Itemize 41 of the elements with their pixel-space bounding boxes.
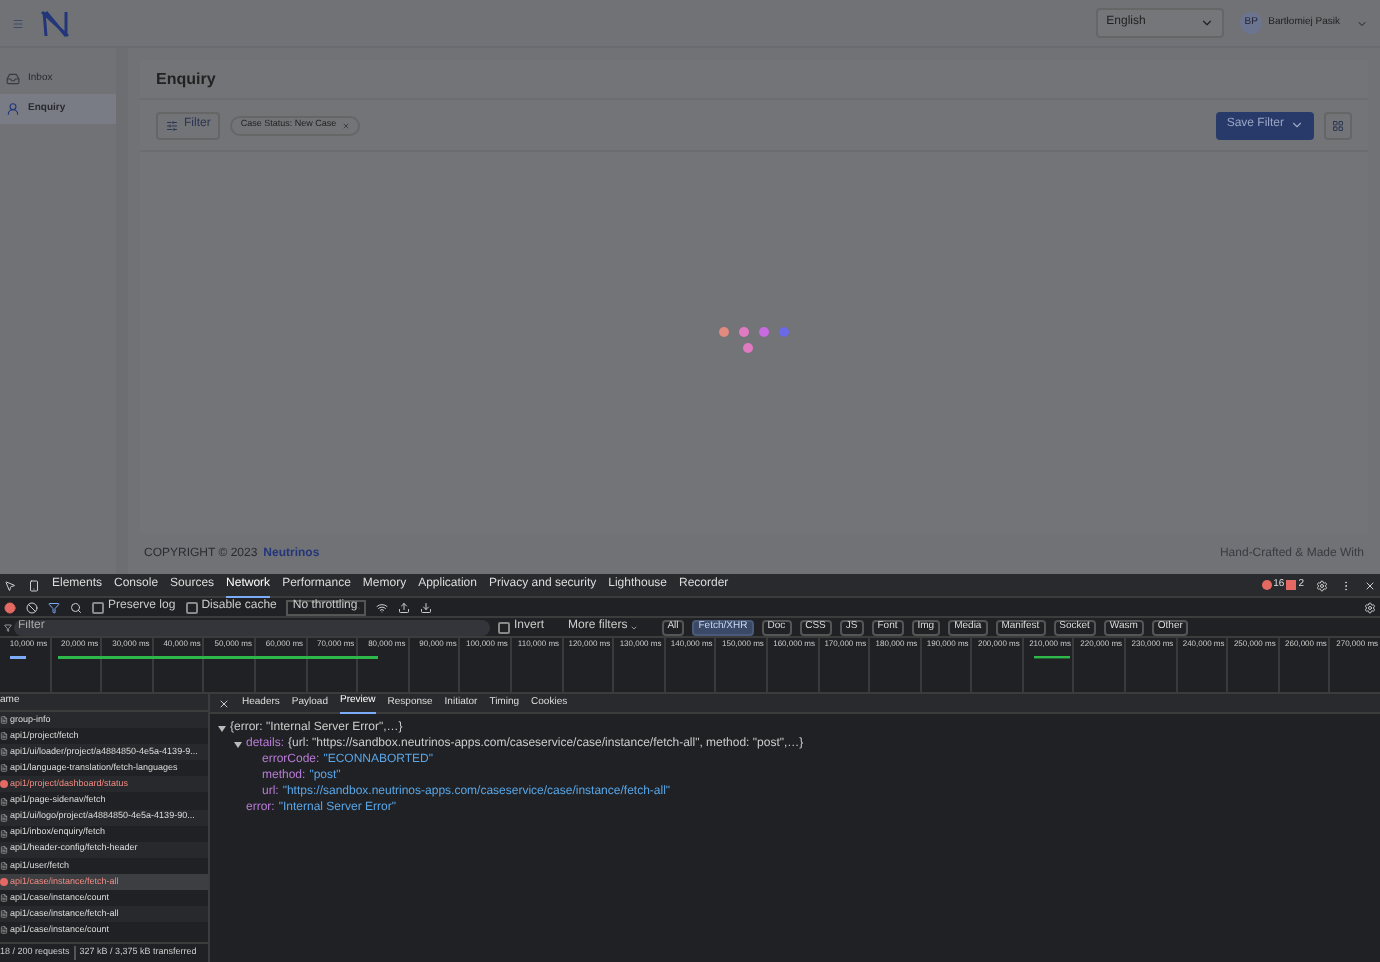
user-icon [6,102,20,116]
document-icon [0,797,8,806]
loading-dots-drawing [718,325,790,353]
document-icon [0,861,8,870]
columns-button[interactable] [1324,111,1352,139]
document-icon [0,845,8,854]
document-icon [0,910,8,919]
document-icon [0,716,8,725]
filter-icon [4,623,12,631]
wifi-icon[interactable] [376,601,389,613]
document-icon [0,748,8,757]
logo-icon [40,9,72,37]
sliders-icon [166,119,178,131]
document-icon [0,813,8,822]
device-icon[interactable] [28,579,40,591]
inbox-icon [6,72,20,86]
document-icon [0,732,8,741]
document-icon [0,764,8,773]
inspect-icon[interactable] [4,579,16,591]
checkbox[interactable] [92,601,104,613]
error-icon [0,780,8,789]
checkbox[interactable] [498,621,510,633]
chevron-down-icon [1200,16,1215,30]
clear-icon[interactable] [26,601,38,613]
filter-icon[interactable] [48,601,60,613]
grid-icon [1332,119,1344,131]
page-title: Enquiry [156,67,216,91]
error-icon [0,877,8,886]
search-icon[interactable] [70,601,82,613]
checkbox[interactable] [185,601,198,613]
chevron-down-icon [1290,118,1304,132]
download-icon[interactable] [420,601,433,613]
expand-arrow-icon[interactable] [234,741,242,747]
record-icon[interactable] [4,601,16,613]
settings-icon[interactable] [1364,601,1376,613]
document-icon [0,894,8,903]
expand-arrow-icon[interactable] [218,725,226,731]
upload-icon[interactable] [398,601,411,613]
document-icon [0,829,8,838]
document-icon [0,926,8,935]
settings-icon[interactable] [1316,579,1328,591]
